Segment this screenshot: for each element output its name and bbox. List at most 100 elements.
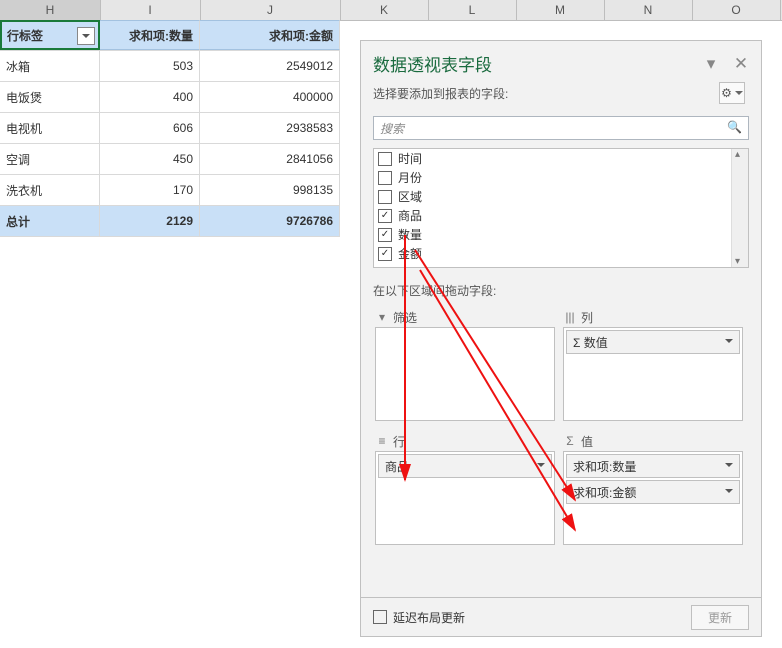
row-label[interactable]: 洗衣机 bbox=[0, 175, 100, 205]
row-amt[interactable]: 2938583 bbox=[200, 113, 340, 143]
columns-title: 列 bbox=[581, 309, 593, 326]
area-item[interactable]: 求和项:数量 bbox=[566, 454, 740, 478]
row-amt[interactable]: 2549012 bbox=[200, 51, 340, 81]
col-header-K[interactable]: K bbox=[340, 0, 429, 20]
values-area: Σ值 求和项:数量 求和项:金额 bbox=[559, 431, 747, 545]
area-item-label: 求和项:数量 bbox=[573, 458, 636, 475]
field-label: 金额 bbox=[398, 245, 422, 262]
columns-area: ||| 列 Σ 数值 bbox=[559, 307, 747, 421]
row-label[interactable]: 冰箱 bbox=[0, 51, 100, 81]
pane-close-icon[interactable]: ✕ bbox=[733, 56, 749, 72]
rows-dropzone[interactable]: 商品 bbox=[375, 451, 555, 545]
pivot-header-row: 行标签 求和项:数量 求和项:金额 bbox=[0, 20, 340, 51]
sum-qty-header[interactable]: 求和项:数量 bbox=[100, 20, 200, 50]
row-qty[interactable]: 400 bbox=[100, 82, 200, 112]
row-qty[interactable]: 606 bbox=[100, 113, 200, 143]
col-header-L[interactable]: L bbox=[428, 0, 517, 20]
filter-title: 筛选 bbox=[393, 309, 417, 326]
sum-amt-header[interactable]: 求和项:金额 bbox=[200, 20, 340, 50]
row-label[interactable]: 空调 bbox=[0, 144, 100, 174]
col-header-J[interactable]: J bbox=[200, 0, 341, 20]
total-label[interactable]: 总计 bbox=[0, 206, 100, 236]
drag-instruction: 在以下区域间拖动字段: bbox=[361, 268, 761, 307]
table-row: 电饭煲 400 400000 bbox=[0, 82, 340, 113]
row-labels-header[interactable]: 行标签 bbox=[0, 20, 100, 50]
row-label[interactable]: 电视机 bbox=[0, 113, 100, 143]
values-title: 值 bbox=[581, 433, 593, 450]
area-item-label: 求和项:金额 bbox=[573, 484, 636, 501]
field-item[interactable]: 时间 bbox=[374, 149, 748, 168]
checkbox-icon[interactable] bbox=[378, 152, 392, 166]
column-headers: H I J K L M N O bbox=[0, 0, 782, 21]
row-labels-dropdown-icon[interactable] bbox=[77, 27, 95, 45]
drop-areas: ▾ 筛选 ||| 列 Σ 数值 ≡ 行 商品 Σ值 求和项:数量 求和项:金额 bbox=[361, 307, 761, 555]
filter-area: ▾ 筛选 bbox=[371, 307, 559, 421]
row-label[interactable]: 电饭煲 bbox=[0, 82, 100, 112]
pane-header: 数据透视表字段 ▾ ✕ bbox=[361, 41, 761, 82]
search-placeholder: 搜索 bbox=[380, 120, 404, 137]
field-list: 时间 月份 区域 商品 数量 金额 bbox=[373, 148, 749, 268]
search-input[interactable]: 搜索 🔍 bbox=[373, 116, 749, 140]
filter-dropzone[interactable] bbox=[375, 327, 555, 421]
col-header-N[interactable]: N bbox=[604, 0, 693, 20]
pane-subtitle: 选择要添加到报表的字段: bbox=[373, 85, 508, 102]
area-item[interactable]: Σ 数值 bbox=[566, 330, 740, 354]
pane-title: 数据透视表字段 bbox=[373, 51, 492, 76]
pivot-table: 行标签 求和项:数量 求和项:金额 冰箱 503 2549012 电饭煲 400… bbox=[0, 20, 340, 237]
filter-icon: ▾ bbox=[375, 310, 389, 324]
col-header-H[interactable]: H bbox=[0, 0, 101, 20]
rows-title: 行 bbox=[393, 433, 405, 450]
columns-dropzone[interactable]: Σ 数值 bbox=[563, 327, 743, 421]
field-list-scrollbar[interactable] bbox=[731, 149, 748, 267]
col-header-I[interactable]: I bbox=[100, 0, 201, 20]
field-item[interactable]: 商品 bbox=[374, 206, 748, 225]
pivot-fields-pane: 数据透视表字段 ▾ ✕ 选择要添加到报表的字段: ⚙ 搜索 🔍 时间 月份 区域… bbox=[360, 40, 762, 637]
rows-area: ≡ 行 商品 bbox=[371, 431, 559, 545]
area-item-label: Σ 数值 bbox=[573, 334, 608, 351]
table-row: 空调 450 2841056 bbox=[0, 144, 340, 175]
row-amt[interactable]: 400000 bbox=[200, 82, 340, 112]
pane-menu-icon[interactable]: ▾ bbox=[703, 56, 719, 72]
field-label: 月份 bbox=[398, 169, 422, 186]
table-row: 洗衣机 170 998135 bbox=[0, 175, 340, 206]
row-amt[interactable]: 2841056 bbox=[200, 144, 340, 174]
field-item[interactable]: 数量 bbox=[374, 225, 748, 244]
field-label: 商品 bbox=[398, 207, 422, 224]
checkbox-icon[interactable] bbox=[378, 209, 392, 223]
sigma-icon: Σ bbox=[563, 434, 577, 448]
col-header-M[interactable]: M bbox=[516, 0, 605, 20]
field-label: 数量 bbox=[398, 226, 422, 243]
pane-footer: 延迟布局更新 更新 bbox=[361, 597, 761, 636]
total-amt[interactable]: 9726786 bbox=[200, 206, 340, 236]
row-qty[interactable]: 170 bbox=[100, 175, 200, 205]
checkbox-icon[interactable] bbox=[378, 190, 392, 204]
checkbox-icon[interactable] bbox=[378, 228, 392, 242]
row-qty[interactable]: 450 bbox=[100, 144, 200, 174]
field-item[interactable]: 月份 bbox=[374, 168, 748, 187]
area-item-label: 商品 bbox=[385, 458, 409, 475]
gear-icon[interactable]: ⚙ bbox=[719, 82, 745, 104]
values-dropzone[interactable]: 求和项:数量 求和项:金额 bbox=[563, 451, 743, 545]
rows-icon: ≡ bbox=[375, 434, 389, 448]
search-icon: 🔍 bbox=[727, 120, 742, 134]
table-row: 冰箱 503 2549012 bbox=[0, 51, 340, 82]
field-label: 时间 bbox=[398, 150, 422, 167]
col-header-O[interactable]: O bbox=[692, 0, 781, 20]
row-qty[interactable]: 503 bbox=[100, 51, 200, 81]
columns-icon: ||| bbox=[563, 310, 577, 324]
table-row: 电视机 606 2938583 bbox=[0, 113, 340, 144]
field-item[interactable]: 金额 bbox=[374, 244, 748, 263]
defer-label: 延迟布局更新 bbox=[393, 609, 465, 626]
checkbox-icon[interactable] bbox=[378, 247, 392, 261]
field-item[interactable]: 区域 bbox=[374, 187, 748, 206]
total-qty[interactable]: 2129 bbox=[100, 206, 200, 236]
row-amt[interactable]: 998135 bbox=[200, 175, 340, 205]
checkbox-icon[interactable] bbox=[378, 171, 392, 185]
area-item[interactable]: 求和项:金额 bbox=[566, 480, 740, 504]
grand-total-row: 总计 2129 9726786 bbox=[0, 206, 340, 237]
field-label: 区域 bbox=[398, 188, 422, 205]
row-labels-text: 行标签 bbox=[7, 27, 43, 44]
update-button[interactable]: 更新 bbox=[691, 605, 749, 630]
area-item[interactable]: 商品 bbox=[378, 454, 552, 478]
defer-checkbox[interactable] bbox=[373, 610, 387, 624]
